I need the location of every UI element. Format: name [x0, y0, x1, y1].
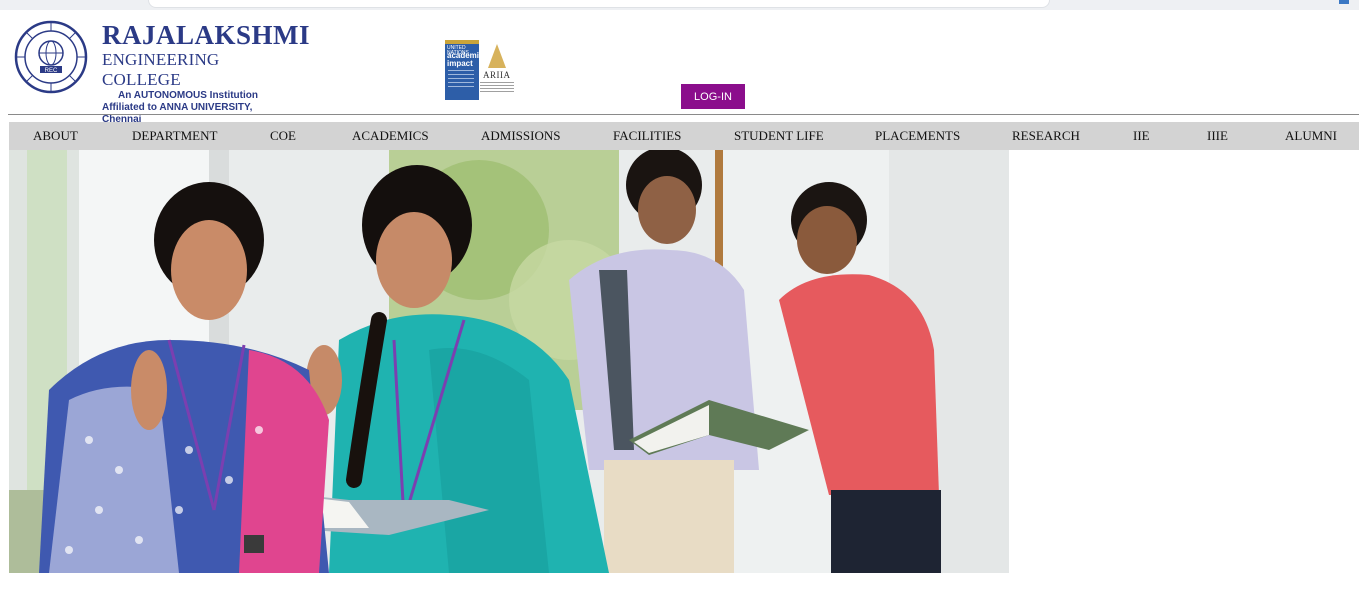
nav-item-facilities[interactable]: FACILITIES	[613, 122, 681, 150]
ariia-logo-icon	[488, 44, 506, 68]
college-seal-logo[interactable]: REC	[14, 20, 88, 94]
nav-item-alumni[interactable]: ALUMNI	[1285, 122, 1337, 150]
browser-top-strip	[0, 0, 1359, 10]
nav-item-placements[interactable]: PLACEMENTS	[875, 122, 960, 150]
seal-text: REC	[45, 68, 58, 74]
ariia-badge: ARIIA	[480, 44, 514, 98]
nav-item-coe[interactable]: COE	[270, 122, 296, 150]
nav-item-about[interactable]: ABOUT	[33, 122, 78, 150]
hero-banner	[9, 150, 1009, 573]
login-button[interactable]: LOG-IN	[681, 84, 745, 109]
nav-item-department[interactable]: DEPARTMENT	[132, 122, 217, 150]
nav-item-admissions[interactable]: ADMISSIONS	[481, 122, 560, 150]
brand-name: RAJALAKSHMI	[102, 20, 311, 50]
page: REC RAJALAKSHMI ENGINEERING COLLEGE An A…	[8, 10, 1359, 597]
nav-item-research[interactable]: RESEARCH	[1012, 122, 1080, 150]
brand-autonomous: An AUTONOMOUS Institution	[118, 90, 258, 101]
main-nav: ABOUT DEPARTMENT COE ACADEMICS ADMISSION…	[9, 122, 1359, 150]
nav-item-academics[interactable]: ACADEMICS	[352, 122, 429, 150]
brand-subname: ENGINEERING COLLEGE	[102, 50, 220, 89]
nav-item-iiie[interactable]: IIIE	[1207, 122, 1228, 150]
browser-corner-icon	[1339, 0, 1349, 4]
nav-item-iie[interactable]: IIE	[1133, 122, 1150, 150]
nav-item-student-life[interactable]: STUDENT LIFE	[734, 122, 824, 150]
address-bar-edge	[148, 0, 1050, 8]
students-photo	[9, 150, 1009, 573]
college-brand[interactable]: RAJALAKSHMI ENGINEERING COLLEGE An AUTON…	[102, 20, 311, 126]
header-divider	[8, 114, 1359, 115]
academic-impact-badge: UNITED NATIONS academic impact	[445, 40, 483, 100]
